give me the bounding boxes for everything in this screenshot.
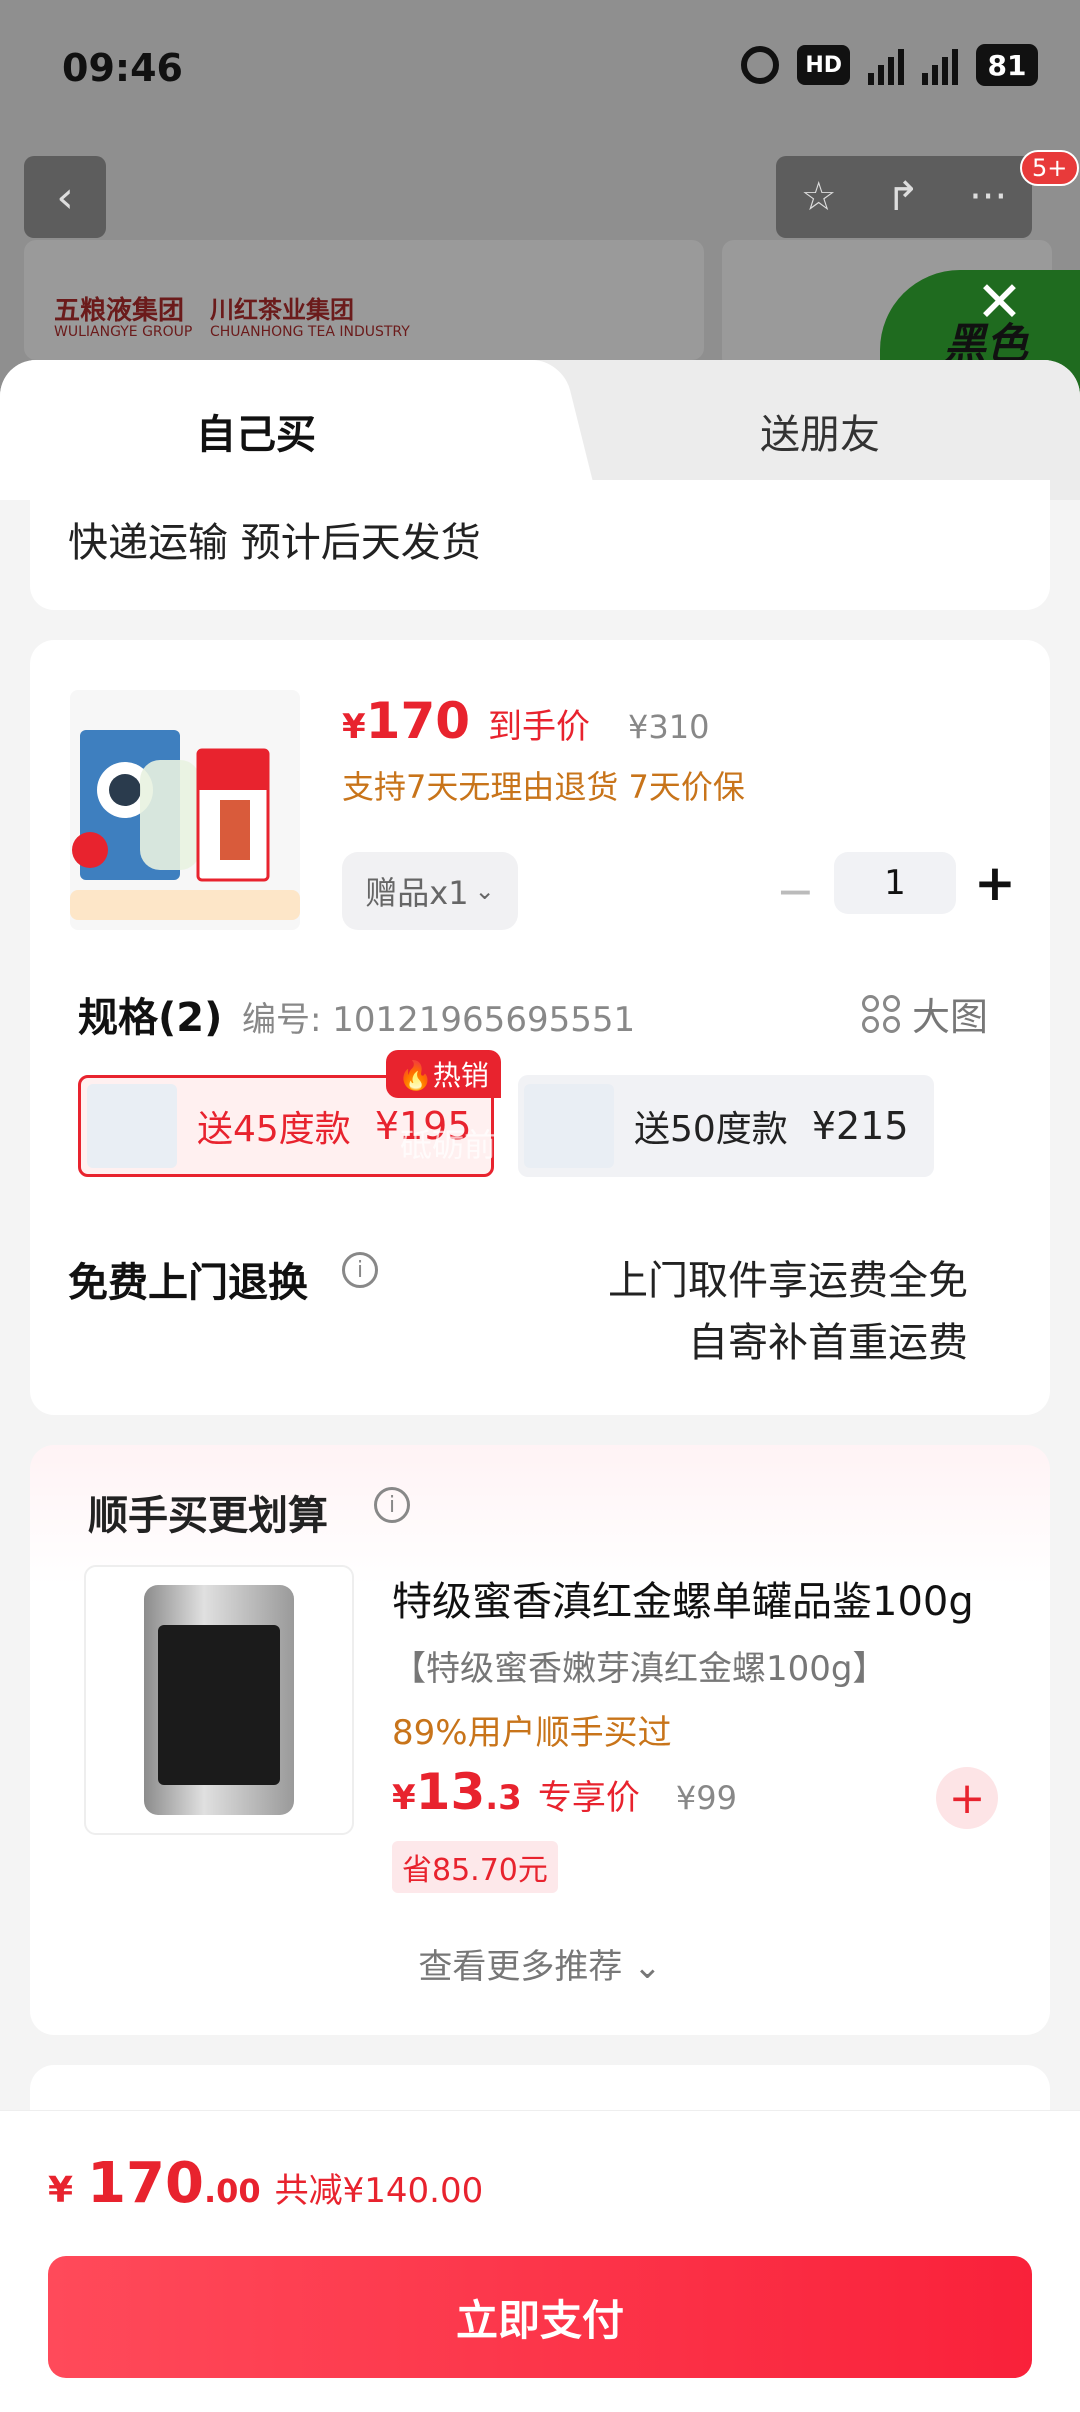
big-picture-button[interactable]: 大图 bbox=[862, 986, 988, 1041]
hd-icon: HD bbox=[797, 45, 850, 85]
spec-option-name: 送45度款 bbox=[197, 1109, 351, 1150]
original-price: ¥310 bbox=[628, 708, 710, 746]
spec-title: 规格(2) bbox=[78, 995, 223, 1041]
brand-left-sub: WULIANGYE GROUP bbox=[54, 324, 193, 340]
recommend-stat: 89%用户顺手买过 bbox=[392, 1713, 672, 1753]
star-icon[interactable]: ☆ bbox=[801, 174, 837, 220]
chevron-down-icon: ⌄ bbox=[474, 877, 495, 905]
status-icons: HD 81 bbox=[741, 44, 1038, 86]
quantity-input[interactable]: 1 bbox=[834, 852, 956, 914]
nav-actions: ☆ ↱ ··· bbox=[776, 156, 1032, 238]
return-title: 免费上门退换 bbox=[68, 1260, 308, 1306]
info-icon[interactable]: i bbox=[342, 1252, 378, 1288]
spec-thumbnail bbox=[524, 1084, 614, 1168]
info-icon[interactable]: i bbox=[374, 1487, 410, 1523]
recommend-card: 顺手买更划算 i 特级蜜香滇红金螺单罐品鉴100g 【特级蜜香嫩芽滇红金螺100… bbox=[30, 1445, 1050, 2035]
total-price: 170.00 bbox=[87, 2151, 261, 2216]
final-price: ¥170 bbox=[342, 692, 471, 750]
product-card: ¥170 到手价 ¥310 支持7天无理由退货 7天价保 赠品x1 ⌄ − 1 … bbox=[30, 640, 1050, 1415]
more-recommend-button[interactable]: 查看更多推荐 ⌄ bbox=[30, 1939, 1050, 1988]
recommend-price-row: ¥13.3 专享价 ¥99 bbox=[392, 1763, 737, 1821]
return-line-1: 上门取件享运费全免 bbox=[608, 1258, 968, 1304]
more-recommend-label: 查看更多推荐 bbox=[418, 1947, 623, 1987]
gift-button[interactable]: 赠品x1 ⌄ bbox=[342, 852, 518, 930]
share-icon[interactable]: ↱ bbox=[886, 174, 920, 220]
background-page: 09:46 HD 81 ‹ ☆ ↱ ··· 5+ 五粮液集团 WULIANGYE… bbox=[0, 0, 1080, 400]
big-picture-label: 大图 bbox=[912, 995, 989, 1039]
brand-banner: 五粮液集团 WULIANGYE GROUP 川红茶业集团 CHUANHONG T… bbox=[24, 240, 704, 360]
status-time: 09:46 bbox=[62, 46, 183, 90]
product-image bbox=[70, 690, 300, 930]
recommend-price: ¥13.3 bbox=[392, 1763, 522, 1821]
final-price-label: 到手价 bbox=[488, 707, 591, 747]
hot-badge: 🔥热销 bbox=[386, 1050, 501, 1098]
pay-now-button[interactable]: 立即支付 bbox=[48, 2256, 1032, 2378]
spec-option-2[interactable]: 送50度款 ¥215 bbox=[518, 1075, 934, 1177]
return-line-2: 自寄补首重运费 bbox=[688, 1320, 968, 1366]
grid-icon bbox=[862, 994, 900, 1033]
guarantee-text: 支持7天无理由退货 7天价保 bbox=[342, 768, 745, 806]
total-currency: ¥ bbox=[48, 2170, 74, 2211]
total-discount: 共减¥140.00 bbox=[274, 2171, 484, 2211]
recommend-title: 顺手买更划算 bbox=[88, 1493, 328, 1539]
brand-left: 五粮液集团 bbox=[54, 296, 185, 326]
alarm-icon bbox=[741, 46, 780, 84]
spec-option-name: 送50度款 bbox=[634, 1109, 788, 1150]
spec-thumbnail bbox=[87, 1084, 177, 1168]
chevron-down-icon: ⌄ bbox=[633, 1947, 662, 1987]
saving-badge: 省85.70元 bbox=[392, 1841, 558, 1893]
close-icon[interactable]: ✕ bbox=[976, 270, 1023, 335]
tab-self-buy-label[interactable]: 自己买 bbox=[196, 402, 316, 460]
fire-icon: 🔥 bbox=[398, 1059, 433, 1092]
price-row: ¥170 到手价 ¥310 bbox=[342, 692, 709, 750]
recommend-subtitle: 【特级蜜香嫩芽滇红金螺100g】 bbox=[392, 1649, 887, 1689]
product-image-graphic bbox=[70, 730, 300, 920]
tab-bar: 自己买 送朋友 bbox=[0, 360, 1080, 500]
checkout-bar: ¥ 170.00 共减¥140.00 立即支付 bbox=[0, 2110, 1080, 2412]
recommend-price-label: 专享价 bbox=[537, 1778, 640, 1818]
spec-option-price: ¥215 bbox=[811, 1104, 909, 1148]
quantity-minus-button[interactable]: − bbox=[776, 864, 815, 918]
shipping-card: 快递运输 预计后天发货 bbox=[30, 480, 1050, 610]
brand-right: 川红茶业集团 bbox=[210, 296, 354, 324]
more-icon[interactable]: ··· bbox=[969, 174, 1007, 220]
gift-label: 赠品x1 bbox=[365, 874, 469, 912]
add-button[interactable]: + bbox=[936, 1767, 998, 1829]
shipping-text: 快递运输 预计后天发货 bbox=[68, 520, 481, 566]
recommend-name[interactable]: 特级蜜香滇红金螺单罐品鉴100g bbox=[392, 1569, 974, 1627]
signal-icon-2 bbox=[922, 45, 958, 85]
hot-label: 热销 bbox=[432, 1059, 489, 1092]
battery-icon: 81 bbox=[976, 44, 1038, 86]
signal-icon bbox=[868, 45, 904, 85]
status-bar: 09:46 HD 81 bbox=[0, 0, 1080, 140]
recommend-original-price: ¥99 bbox=[675, 1779, 737, 1817]
tab-gift-friend[interactable]: 送朋友 bbox=[760, 402, 880, 460]
brand-right-sub: CHUANHONG TEA INDUSTRY bbox=[210, 324, 410, 340]
quantity-plus-button[interactable]: + bbox=[974, 854, 1016, 912]
total-price-row: ¥ 170.00 共减¥140.00 bbox=[48, 2151, 483, 2216]
notification-badge: 5+ bbox=[1020, 150, 1080, 186]
recommend-image[interactable] bbox=[84, 1565, 354, 1835]
watermark: 砥砺前行 bbox=[400, 1126, 529, 1164]
back-button[interactable]: ‹ bbox=[24, 156, 106, 238]
spec-code: 编号: 10121965695551 bbox=[242, 1000, 636, 1040]
chevron-left-icon: ‹ bbox=[56, 171, 74, 223]
tea-can-graphic bbox=[144, 1585, 294, 1815]
purchase-sheet: 自己买 送朋友 快递运输 预计后天发货 ¥170 到手价 ¥310 支持7天无理… bbox=[0, 360, 1080, 2412]
